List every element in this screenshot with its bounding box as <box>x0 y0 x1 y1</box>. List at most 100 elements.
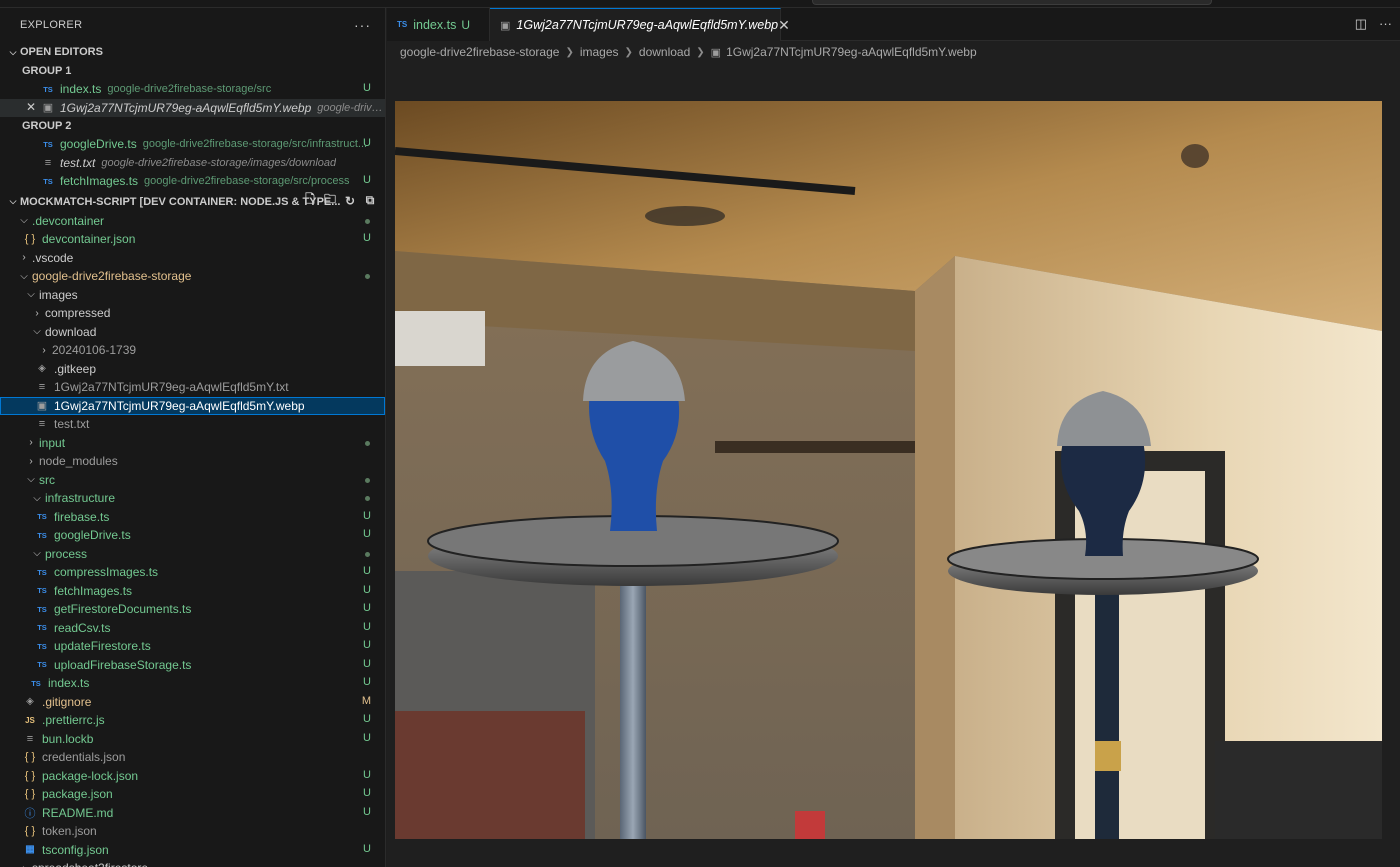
chevron-right-icon: › <box>29 437 33 449</box>
open-editor-item[interactable]: TS fetchImages.ts google-drive2firebase-… <box>0 172 385 191</box>
file-name: credentials.json <box>42 750 126 765</box>
tab-webp-image[interactable]: ▣ 1Gwj2a77NTcjmUR79eg-aAqwlEqfld5mY.webp… <box>490 8 790 41</box>
chevron-right-icon: › <box>22 252 26 264</box>
git-status-badge: U <box>363 583 371 596</box>
image-preview[interactable] <box>395 101 1382 839</box>
tree-file[interactable]: JS .prettierrc.js U <box>0 711 385 730</box>
tree-folder[interactable]: › node_modules <box>0 452 385 471</box>
tree-folder[interactable]: ⌵ process <box>0 545 385 564</box>
chevron-down-icon: ⌵ <box>27 289 35 301</box>
tree-file[interactable]: ◈ .gitignore M <box>0 693 385 712</box>
tree-file[interactable]: { } devcontainer.json U <box>0 230 385 249</box>
breadcrumb-item[interactable]: download <box>639 45 690 59</box>
open-editor-item[interactable]: TS googleDrive.ts google-drive2firebase-… <box>0 135 385 154</box>
modified-dot <box>365 274 370 279</box>
tree-file[interactable]: { } package.json U <box>0 785 385 804</box>
workspace-actions: 🗋 🗀 ↻ ⧉ <box>303 192 377 208</box>
close-editor-icon[interactable]: ✕ <box>26 100 36 114</box>
tree-file[interactable]: TS fetchImages.ts U <box>0 582 385 601</box>
open-editor-path: google-drive2firebase-storage/src/proces… <box>144 175 350 188</box>
git-status-badge: U <box>363 565 371 577</box>
tree-file[interactable]: TS firebase.ts U <box>0 508 385 527</box>
git-icon: ◈ <box>38 363 46 375</box>
chevron-down-icon: ⌵ <box>33 492 41 504</box>
git-status-badge: U <box>363 528 371 540</box>
tree-file[interactable]: ⓘ README.md U <box>0 804 385 823</box>
open-editors-section[interactable]: ⌵ OPEN EDITORS <box>0 42 385 62</box>
tree-file[interactable]: TS readCsv.ts U <box>0 619 385 638</box>
chevron-down-icon: ⌵ <box>20 215 28 227</box>
chevron-right-icon: › <box>35 307 39 319</box>
tree-file[interactable]: { } credentials.json <box>0 748 385 767</box>
workspace-label: MOCKMATCH-SCRIPT [DEV CONTAINER: NODE.JS… <box>20 195 341 208</box>
tree-file[interactable]: TS compressImages.ts U <box>0 563 385 582</box>
file-name: updateFirestore.ts <box>54 639 151 654</box>
open-editor-path: google-drive2firebase-storage/src/infras… <box>142 138 368 151</box>
git-status-badge: U <box>363 82 371 94</box>
workspace-section[interactable]: ⌵ MOCKMATCH-SCRIPT [DEV CONTAINER: NODE.… <box>0 192 385 212</box>
file-name: getFirestoreDocuments.ts <box>54 602 192 617</box>
tree-file[interactable]: TS uploadFirebaseStorage.ts U <box>0 656 385 675</box>
tree-folder[interactable]: ⌵ images <box>0 286 385 305</box>
tree-file[interactable]: TS index.ts U <box>0 674 385 693</box>
tree-file[interactable]: ◈ .gitkeep <box>0 360 385 379</box>
image-file-icon: ▣ <box>42 102 54 115</box>
open-editor-item[interactable]: ✕ ▣ 1Gwj2a77NTcjmUR79eg-aAqwlEqfld5mY.we… <box>0 98 385 117</box>
tree-file[interactable]: TS googleDrive.ts U <box>0 526 385 545</box>
tree-file[interactable]: TS getFirestoreDocuments.ts U <box>0 600 385 619</box>
folder-name: src <box>39 472 55 487</box>
tree-folder[interactable]: ⌵ google-drive2firebase-storage <box>0 267 385 286</box>
file-name: package.json <box>42 787 113 802</box>
tree-file[interactable]: { } token.json <box>0 822 385 841</box>
tab-label: 1Gwj2a77NTcjmUR79eg-aAqwlEqfld5mY.webp <box>516 18 779 32</box>
breadcrumb-item[interactable]: google-drive2firebase-storage <box>400 45 559 59</box>
command-center[interactable] <box>812 0 1212 5</box>
tree-folder[interactable]: › compressed <box>0 304 385 323</box>
file-name: 1Gwj2a77NTcjmUR79eg-aAqwlEqfld5mY.webp <box>54 398 305 413</box>
typescript-file-icon: TS <box>37 567 47 577</box>
breadcrumb-item[interactable]: 1Gwj2a77NTcjmUR79eg-aAqwlEqfld5mY.webp <box>726 45 977 59</box>
more-actions-icon[interactable]: ··· <box>354 17 371 33</box>
tree-folder[interactable]: ⌵ src <box>0 471 385 490</box>
folder-name: spreadsheet2firestore <box>32 861 148 867</box>
tree-file[interactable]: TS updateFirestore.ts U <box>0 637 385 656</box>
chevron-right-icon: ❯ <box>565 46 574 58</box>
open-editor-item[interactable]: TS index.ts google-drive2firebase-storag… <box>0 80 385 99</box>
tree-folder[interactable]: › input <box>0 434 385 453</box>
tree-folder[interactable]: › spreadsheet2firestore <box>0 859 385 867</box>
tsconfig-file-icon: ▦ <box>25 844 35 856</box>
tree-file[interactable]: ▦ tsconfig.json U <box>0 841 385 860</box>
tree-file[interactable]: ≡ bun.lockb U <box>0 730 385 749</box>
file-name: token.json <box>42 824 97 839</box>
tree-file[interactable]: ≡ 1Gwj2a77NTcjmUR79eg-aAqwlEqfld5mY.txt <box>0 378 385 397</box>
more-actions-icon[interactable]: ··· <box>1379 16 1392 32</box>
open-editor-path: google-drive2firebase-storage/images/dow… <box>101 156 337 169</box>
close-icon[interactable]: ✕ <box>778 17 790 34</box>
split-editor-icon[interactable]: ◫ <box>1355 16 1367 32</box>
tree-folder[interactable]: ⌵ infrastructure <box>0 489 385 508</box>
tree-file-selected[interactable]: ▣ 1Gwj2a77NTcjmUR79eg-aAqwlEqfld5mY.webp <box>0 396 385 415</box>
tab-index-ts[interactable]: TS index.ts U <box>387 8 490 41</box>
new-folder-icon[interactable]: 🗀 <box>323 192 337 208</box>
explorer-sidebar: EXPLORER ··· ⌵ OPEN EDITORS GROUP 1 TS i… <box>0 8 386 867</box>
text-file-icon: ≡ <box>38 381 46 394</box>
tree-folder[interactable]: › 20240106-1739 <box>0 341 385 360</box>
tree-file[interactable]: { } package-lock.json U <box>0 767 385 786</box>
new-file-icon[interactable]: 🗋 <box>303 192 317 208</box>
folder-name: node_modules <box>39 454 118 469</box>
collapse-all-icon[interactable]: ⧉ <box>363 193 377 208</box>
open-editor-item[interactable]: ≡ test.txt google-drive2firebase-storage… <box>0 154 385 173</box>
git-status-badge: U <box>363 713 371 725</box>
file-name: devcontainer.json <box>42 232 136 247</box>
open-editor-path: google-drive2firebase-storage/src <box>107 83 272 96</box>
tree-folder[interactable]: › .vscode <box>0 249 385 268</box>
chevron-right-icon: ❯ <box>696 46 705 58</box>
chevron-right-icon: › <box>29 455 33 467</box>
typescript-file-icon: TS <box>31 678 41 688</box>
breadcrumb-item[interactable]: images <box>580 45 619 59</box>
tree-folder[interactable]: ⌵ .devcontainer <box>0 212 385 231</box>
tree-folder[interactable]: ⌵ download <box>0 323 385 342</box>
refresh-icon[interactable]: ↻ <box>343 194 357 208</box>
chevron-down-icon: ⌵ <box>33 326 41 338</box>
tree-file[interactable]: ≡ test.txt <box>0 415 385 434</box>
